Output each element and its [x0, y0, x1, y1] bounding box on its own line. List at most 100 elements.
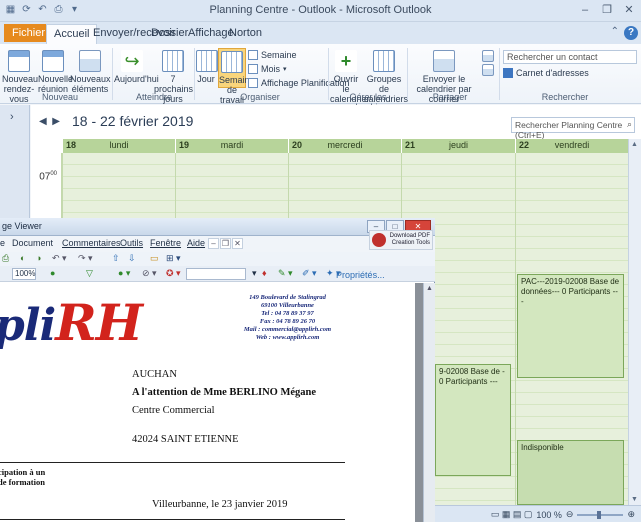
day-header-friday[interactable]: 22 vendredi	[515, 139, 628, 153]
highlight-icon[interactable]: ▽	[86, 268, 93, 279]
stamp-icon[interactable]: ✪ ▾	[166, 268, 181, 279]
scroll-up-icon[interactable]: ▲	[426, 285, 433, 292]
new-meeting-button[interactable]: Nouvelle réunion	[38, 50, 73, 94]
week-icon	[248, 50, 258, 60]
ribbon-tabs: Fichier Accueil Envoyer/recevoir Dossier…	[0, 22, 641, 44]
link-icon[interactable]: ⊘ ▾	[142, 268, 157, 279]
work-week-button[interactable]: Semaine de travail	[218, 48, 255, 105]
send-calendar-icon	[433, 50, 455, 72]
open-calendar-icon: +	[335, 50, 357, 72]
search-icon[interactable]: ⌕	[627, 119, 632, 130]
comment-icon[interactable]: ✎ ▾	[278, 268, 293, 279]
scroll-up-icon[interactable]: ▲	[631, 141, 638, 148]
address-book-button[interactable]: Carnet d'adresses	[503, 68, 589, 78]
select-tool-icon[interactable]: ▭	[150, 253, 159, 264]
week-button[interactable]: Semaine	[248, 50, 297, 60]
calendar-search-input[interactable]: Rechercher Planning Centre (Ctrl+E) ⌕	[511, 117, 635, 140]
day-header-monday[interactable]: 18 lundi	[62, 139, 175, 153]
print-icon[interactable]: ⎙	[2, 253, 9, 264]
day-header-wednesday[interactable]: 20 mercredi	[288, 139, 401, 153]
zoom-in-icon[interactable]: ⊕	[627, 509, 635, 520]
appointment-friday-pac[interactable]: PAC---2019-02008 Base de données--- 0 Pa…	[517, 274, 624, 378]
doc-restore-icon[interactable]: ❐	[220, 238, 231, 249]
share-calendar-button[interactable]	[481, 50, 495, 78]
group-organiser-label: Organiser	[240, 92, 280, 102]
zoom-in-icon[interactable]: ●	[50, 268, 55, 278]
find-input[interactable]	[186, 268, 246, 280]
day-header-thursday[interactable]: 21 jeudi	[401, 139, 515, 153]
zoom-slider[interactable]	[577, 510, 624, 519]
prev-next-nav[interactable]: ◀ ▶	[39, 116, 60, 127]
download-pdf-tools-button[interactable]: Download PDF Creation Tools	[369, 230, 433, 250]
minimize-icon[interactable]: –	[577, 2, 593, 18]
redo-icon[interactable]: ↷ ▾	[78, 253, 93, 264]
tab-norton[interactable]: Norton	[224, 26, 267, 40]
close-icon[interactable]: ✕	[621, 2, 637, 18]
scroll-down-icon[interactable]: ▼	[631, 496, 638, 503]
go-today-icon: ↪	[121, 50, 143, 72]
month-button[interactable]: Mois ▾	[248, 64, 287, 74]
recipient-company: AUCHAN	[132, 369, 177, 380]
menu-document[interactable]: Document	[12, 238, 53, 248]
appointment-friday-indisponible[interactable]: Indisponible	[517, 440, 624, 505]
subject-line-2: de formation	[0, 477, 45, 487]
minimize-ribbon-icon[interactable]: ⌃	[611, 26, 619, 37]
undo-icon[interactable]: ↶ ▾	[52, 253, 67, 264]
ribbon: Nouveau rendez-vous Nouvelle réunion Nou…	[0, 44, 641, 114]
forward-icon[interactable]: ◑	[36, 253, 41, 263]
menu-outils[interactable]: Outils	[120, 238, 143, 248]
group-partager-label: Partager	[432, 92, 468, 102]
applirh-logo: pliRH	[0, 293, 143, 352]
work-week-icon	[221, 51, 243, 73]
group-atteindre-label: Atteindre	[135, 92, 173, 102]
zoom-out-icon[interactable]: ⊖	[566, 509, 574, 520]
appointment-thursday-base[interactable]: 9-02008 Base de - 0 Participants ---	[435, 364, 511, 476]
help-icon[interactable]: ?	[624, 26, 638, 40]
properties-button[interactable]: ✦ Propriétés... ▾	[326, 268, 385, 280]
address-book-icon	[503, 68, 513, 78]
sender-address: 149 Boulevard de Stalingrad 69100 Villeu…	[243, 294, 332, 341]
today-button[interactable]: ↪ Aujourd'hui	[114, 50, 159, 84]
expand-pane-icon[interactable]: ›	[10, 111, 14, 123]
restore-icon[interactable]: ❐	[599, 2, 615, 18]
day-view-icon	[196, 50, 218, 72]
group-separator	[194, 48, 195, 100]
recipient-attention: A l'attention de Mme BERLINO Mégane	[132, 387, 317, 398]
snapshot-icon[interactable]: ⊞ ▾	[166, 253, 181, 264]
month-icon	[248, 64, 258, 74]
pdf-toolbar-bottom: 100% ● ▽ ● ▾ ⊘ ▾ ✪ ▾ ▾ ♦ ✎ ▾ ✐ ▾ ✦ Propr…	[0, 266, 435, 282]
menu-commentaires[interactable]: Commentaires	[62, 238, 121, 248]
new-items-button[interactable]: Nouveaux éléments	[70, 50, 111, 94]
doc-close-icon[interactable]: ✕	[232, 238, 243, 249]
zoom-control[interactable]: ▭ ▦ ▤ ▢ 100 % ⊖ ⊕	[491, 509, 635, 520]
group-rechercher-label: Rechercher	[541, 92, 589, 102]
outlook-title-bar: ▦ ⟳ ↶ ⎙ ▾ Planning Centre - Outlook - Mi…	[0, 0, 641, 22]
calendar-header: ◀ ▶ 18 - 22 février 2019 Rechercher Plan…	[31, 105, 641, 140]
day-header-tuesday[interactable]: 19 mardi	[175, 139, 288, 153]
document-canvas[interactable]: pliRH 149 Boulevard de Stalingrad 69100 …	[0, 283, 423, 522]
page-down-icon[interactable]: ⇩	[128, 253, 136, 264]
group-separator	[112, 48, 113, 100]
view-buttons-icon[interactable]: ▭ ▦ ▤ ▢	[491, 509, 533, 520]
back-icon[interactable]: ◐	[20, 253, 25, 263]
pdf-toolbar-top: ⎙ ◐ ◑ ↶ ▾ ↷ ▾ ⇧ ⇩ ▭ ⊞ ▾	[0, 252, 435, 266]
group-nouveau-label: Nouveau	[41, 92, 79, 102]
page-up-icon[interactable]: ⇧	[112, 253, 120, 264]
doc-minimize-icon[interactable]: –	[208, 238, 219, 249]
day-view-button[interactable]: Jour	[196, 50, 218, 84]
calendar-scrollbar[interactable]: ▲ ▼	[628, 139, 641, 505]
menu-fenetre[interactable]: Fenêtre	[150, 238, 181, 248]
document-scrollbar[interactable]: ▲	[423, 283, 435, 522]
find-dropdown-icon[interactable]: ▾	[252, 268, 257, 279]
sign-icon[interactable]: ✐ ▾	[302, 268, 317, 279]
pdf-page: pliRH 149 Boulevard de Stalingrad 69100 …	[0, 283, 415, 522]
add-icon[interactable]: ● ▾	[118, 268, 130, 279]
pdf-viewer-title: ge Viewer	[2, 221, 42, 231]
search-contact-input[interactable]: Rechercher un contact	[503, 50, 637, 64]
zoom-input[interactable]: 100%	[12, 268, 36, 280]
search-icon[interactable]: ♦	[262, 268, 267, 278]
menu-aide[interactable]: Aide	[187, 238, 205, 248]
publish-calendar-icon	[482, 64, 494, 76]
new-meeting-icon	[42, 50, 64, 72]
menu-edition-tail[interactable]: e	[0, 238, 5, 248]
